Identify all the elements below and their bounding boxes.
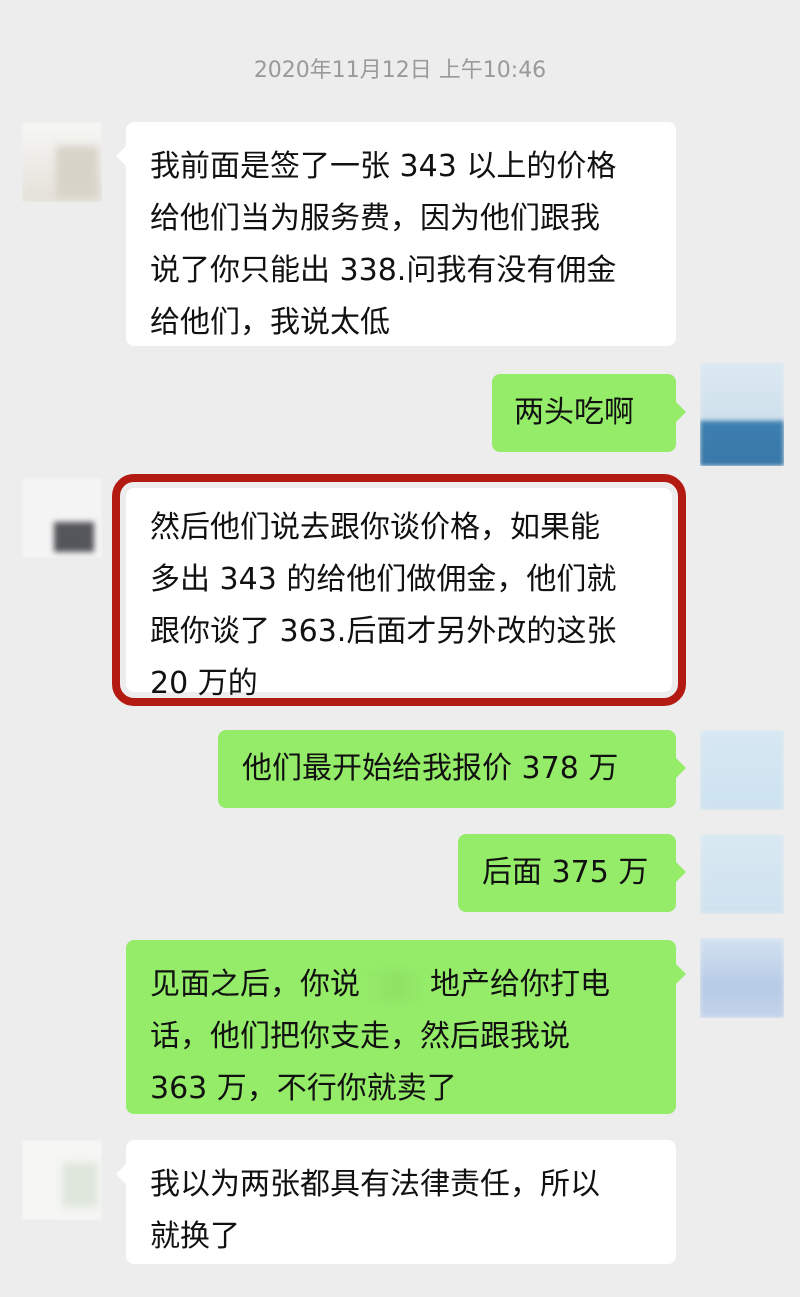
message-bubble-outgoing[interactable]: 后面 375 万: [458, 834, 686, 912]
message-text-line: 话，他们把你支走，然后跟我说: [150, 1019, 570, 1054]
contact-avatar[interactable]: [22, 478, 102, 558]
message-bubble-incoming[interactable]: 我前面是签了一张 343 以上的价格 给他们当为服务费，因为他们跟我 说了你只能…: [116, 122, 676, 346]
message-bubble-outgoing[interactable]: 见面之后，你说 地产给你打电 话，他们把你支走，然后跟我说 363 万，不行你就卖…: [126, 940, 686, 1114]
message-text-line: 说了你只能出 338.问我有没有佣金: [150, 253, 617, 288]
message-bubble-outgoing[interactable]: 两头吃啊: [492, 374, 686, 452]
message-text-line: 跟你谈了 363.后面才另外改的这张: [150, 614, 617, 649]
message-bubble-outgoing[interactable]: 他们最开始给我报价 378 万: [218, 730, 686, 808]
message-text-line: 见面之后，你说 地产给你打电: [150, 967, 610, 1002]
message-text-line: 我以为两张都具有法律责任，所以: [150, 1167, 600, 1202]
message-text-line: 我前面是签了一张 343 以上的价格: [150, 149, 617, 184]
user-avatar[interactable]: [700, 834, 784, 914]
message-text-line: 给他们当为服务费，因为他们跟我: [150, 201, 600, 236]
message-text-line: 给他们，我说太低: [150, 305, 390, 340]
message-bubble-incoming[interactable]: 我以为两张都具有法律责任，所以 就换了: [116, 1140, 676, 1264]
message-text-line: 363 万，不行你就卖了: [150, 1071, 457, 1106]
user-avatar[interactable]: [700, 938, 784, 1018]
message-text-line: 20 万的: [150, 666, 258, 701]
message-text-line: 他们最开始给我报价 378 万: [242, 751, 619, 786]
redacted-text: [362, 970, 428, 1001]
user-avatar[interactable]: [700, 362, 784, 466]
message-text-line: 然后他们说去跟你谈价格，如果能: [150, 510, 600, 545]
user-avatar[interactable]: [700, 730, 784, 810]
message-text-line: 多出 343 的给他们做佣金，他们就: [150, 562, 617, 597]
message-bubble-incoming-highlighted[interactable]: 然后他们说去跟你谈价格，如果能 多出 343 的给他们做佣金，他们就 跟你谈了 …: [112, 474, 686, 706]
message-timestamp: 2020年11月12日 上午10:46: [253, 58, 547, 83]
contact-avatar[interactable]: [22, 122, 102, 202]
message-text-line: 两头吃啊: [514, 395, 634, 430]
message-text-line: 就换了: [150, 1219, 240, 1254]
contact-avatar[interactable]: [22, 1140, 102, 1220]
message-text-line: 后面 375 万: [482, 855, 649, 890]
